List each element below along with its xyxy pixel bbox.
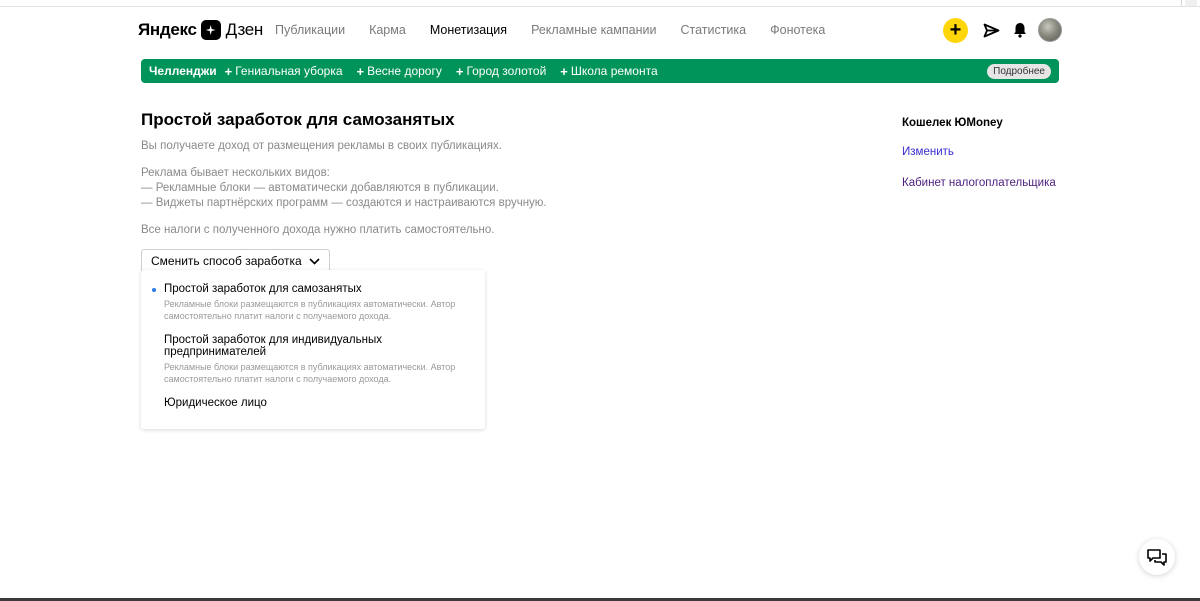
challenge-item[interactable]: + Город золотой xyxy=(456,64,546,79)
challenges-title[interactable]: Челленджи xyxy=(149,64,217,78)
option-description: Рекламные блоки размещаются в публикация… xyxy=(164,362,456,384)
support-chat-button[interactable] xyxy=(1139,539,1175,575)
send-icon xyxy=(983,23,999,37)
challenges-banner: Челленджи + Гениальная уборка + Весне доро… xyxy=(141,59,1059,83)
challenge-label: Гениальная уборка xyxy=(235,64,343,78)
option-title: Юридическое лицо xyxy=(164,397,267,409)
challenge-label: Школа ремонта xyxy=(570,64,658,78)
address-bar-edge xyxy=(0,0,1182,6)
nav-publications[interactable]: Публикации xyxy=(275,23,345,37)
notifications-button[interactable] xyxy=(1009,19,1031,41)
ad-type-item: — Виджеты партнёрских программ — создают… xyxy=(141,197,547,209)
bell-icon xyxy=(1014,23,1026,38)
challenge-item[interactable]: + Весне дорогу xyxy=(357,64,442,79)
change-wallet-link[interactable]: Изменить xyxy=(902,146,1102,158)
nav-statistics[interactable]: Статистика xyxy=(680,23,746,37)
selected-dot-icon xyxy=(152,288,156,292)
sparkle-icon: + xyxy=(455,63,464,79)
taxes-text: Все налоги с полученного дохода нужно пл… xyxy=(141,224,495,236)
option-individual-entrepreneur[interactable]: Простой заработок для индивидуальных пре… xyxy=(164,334,485,385)
ad-types: Реклама бывает нескольких видов: — Рекла… xyxy=(141,166,741,211)
taxpayer-cabinet-link[interactable]: Кабинет налогоплательщика xyxy=(902,177,1102,189)
top-header: Яндекс Дзен Публикации Карма Монетизация… xyxy=(138,14,1062,46)
ad-type-item: — Рекламные блоки — автоматически добавл… xyxy=(141,182,499,194)
chat-icon xyxy=(1147,549,1167,566)
option-title: Простой заработок для самозанятых xyxy=(164,283,362,295)
logo-word-zen: Дзен xyxy=(225,20,264,39)
nav-karma[interactable]: Карма xyxy=(369,23,406,37)
challenge-item[interactable]: + Школа ремонта xyxy=(560,64,657,79)
logo-word-yandex: Яндекс xyxy=(138,20,197,39)
avatar[interactable] xyxy=(1038,18,1062,42)
earning-method-dropdown: Простой заработок для самозанятых Реклам… xyxy=(141,270,485,429)
nav-ad-campaigns[interactable]: Рекламные кампании xyxy=(531,23,656,37)
yandex-zen-logo[interactable]: Яндекс Дзен xyxy=(138,20,275,40)
zen-star-icon xyxy=(200,20,221,40)
challenge-label: Весне дорогу xyxy=(367,64,442,78)
page-title: Простой заработок для самозанятых xyxy=(141,110,455,129)
scrollbar-thumb[interactable] xyxy=(1185,0,1197,6)
sparkle-icon: + xyxy=(224,63,233,79)
option-title: Простой заработок для индивидуальных пре… xyxy=(164,334,382,358)
intro-text: Вы получаете доход от размещения рекламы… xyxy=(141,140,502,152)
more-button[interactable]: Подробнее xyxy=(987,63,1051,79)
browser-top-strip xyxy=(0,0,1200,7)
messages-button[interactable] xyxy=(980,19,1002,41)
nav-monetization[interactable]: Монетизация xyxy=(430,23,507,37)
switch-label: Сменить способ заработка xyxy=(151,254,302,268)
wallet-sidebar: Кошелек ЮMoney Изменить Кабинет налогопл… xyxy=(902,117,1102,189)
challenge-item[interactable]: + Гениальная уборка xyxy=(225,64,343,79)
header-actions: + xyxy=(943,17,1062,43)
option-self-employed[interactable]: Простой заработок для самозанятых Реклам… xyxy=(152,283,485,322)
challenge-label: Город золотой xyxy=(466,64,547,78)
chevron-down-icon xyxy=(309,257,320,265)
wallet-title: Кошелек ЮMoney xyxy=(902,117,1003,129)
sparkle-icon: + xyxy=(356,63,365,79)
main-nav: Публикации Карма Монетизация Рекламные к… xyxy=(275,23,849,37)
create-button[interactable]: + xyxy=(943,17,968,43)
nav-music-library[interactable]: Фонотека xyxy=(770,23,825,37)
option-legal-entity[interactable]: Юридическое лицо xyxy=(164,397,485,409)
option-description: Рекламные блоки размещаются в публикация… xyxy=(164,299,456,321)
plus-icon: + xyxy=(949,19,962,41)
ad-types-heading: Реклама бывает нескольких видов: xyxy=(141,167,330,179)
monetization-main: Простой заработок для самозанятых Вы пол… xyxy=(141,110,741,273)
sparkle-icon: + xyxy=(560,63,568,79)
